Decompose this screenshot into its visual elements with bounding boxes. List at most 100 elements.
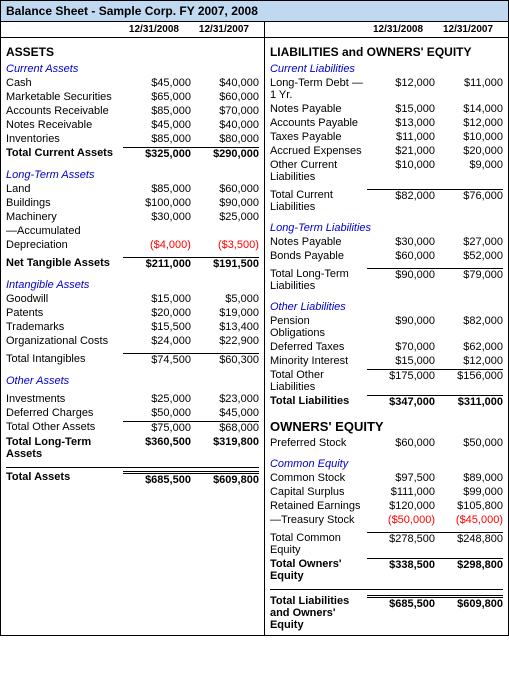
- list-item: Capital Surplus $111,000 $99,000: [270, 485, 503, 499]
- notes-payable-cur-2008: $15,000: [367, 103, 435, 115]
- ltd-1yr-label: Long-Term Debt — 1 Yr.: [270, 77, 367, 101]
- other-cur-liab-label: Other Current Liabilities: [270, 159, 367, 183]
- left-date-2: 12/31/2007: [189, 22, 259, 37]
- total-long-term-2007: $319,800: [191, 436, 259, 460]
- list-item: Organizational Costs $24,000 $22,900: [6, 334, 259, 348]
- deferred-charges-2007: $45,000: [191, 407, 259, 419]
- ltd-1yr-2007: $11,000: [435, 77, 503, 101]
- list-item: —Treasury Stock ($50,000) ($45,000): [270, 513, 503, 527]
- patents-2008: $20,000: [123, 307, 191, 319]
- other-cur-liab-2007: $9,000: [435, 159, 503, 183]
- total-lt-liab-2007: $79,000: [435, 268, 503, 292]
- net-tangible-2008: $211,000: [123, 257, 191, 270]
- total-other-assets-2008: $75,000: [123, 421, 191, 434]
- list-item: Cash $45,000 $40,000: [6, 76, 259, 90]
- net-tangible-label: Net Tangible Assets: [6, 257, 123, 270]
- notes-payable-cur-label: Notes Payable: [270, 103, 367, 115]
- notes-rec-2008: $45,000: [123, 119, 191, 131]
- list-item: Long-Term Debt — 1 Yr. $12,000 $11,000: [270, 76, 503, 102]
- total-intangibles-2007: $60,300: [191, 353, 259, 366]
- list-item: Retained Earnings $120,000 $105,800: [270, 499, 503, 513]
- long-term-liab-label: Long-Term Liabilities: [270, 222, 503, 234]
- total-lt-liab-2008: $90,000: [367, 268, 435, 292]
- right-date-2: 12/31/2007: [433, 22, 503, 37]
- buildings-label: Buildings: [6, 197, 123, 209]
- accts-payable-label: Accounts Payable: [270, 117, 367, 129]
- machinery-2008: $30,000: [123, 211, 191, 223]
- investments-2007: $23,000: [191, 393, 259, 405]
- notes-payable-lt-2007: $27,000: [435, 236, 503, 248]
- cash-2007: $40,000: [191, 77, 259, 89]
- ltd-1yr-2008: $12,000: [367, 77, 435, 101]
- deferred-charges-2008: $50,000: [123, 407, 191, 419]
- left-panel: ASSETS Current Assets Cash $45,000 $40,0…: [1, 38, 265, 635]
- deferred-taxes-2008: $70,000: [367, 341, 435, 353]
- total-liabilities-2007: $311,000: [435, 395, 503, 408]
- total-other-liab-2007: $156,000: [435, 369, 503, 393]
- deferred-taxes-2007: $62,000: [435, 341, 503, 353]
- accts-rec-label: Accounts Receivable: [6, 105, 123, 117]
- land-2008: $85,000: [123, 183, 191, 195]
- notes-rec-label: Notes Receivable: [6, 119, 123, 131]
- other-cur-liab-2008: $10,000: [367, 159, 435, 183]
- total-long-term-label: Total Long-Term Assets: [6, 436, 123, 460]
- list-item: Deferred Taxes $70,000 $62,000: [270, 340, 503, 354]
- total-other-assets-2007: $68,000: [191, 421, 259, 434]
- list-item: Preferred Stock $60,000 $50,000: [270, 436, 503, 450]
- total-current-assets-2008: $325,000: [123, 147, 191, 160]
- list-item: Bonds Payable $60,000 $52,000: [270, 249, 503, 263]
- deferred-charges-label: Deferred Charges: [6, 407, 123, 419]
- total-liabilities-2008: $347,000: [367, 395, 435, 408]
- net-tangible-assets-row: Net Tangible Assets $211,000 $191,500: [6, 256, 259, 271]
- total-intangibles-label: Total Intangibles: [6, 353, 123, 366]
- list-item: Taxes Payable $11,000 $10,000: [270, 130, 503, 144]
- goodwill-2008: $15,000: [123, 293, 191, 305]
- retained-earnings-label: Retained Earnings: [270, 500, 367, 512]
- land-2007: $60,000: [191, 183, 259, 195]
- list-item: Notes Receivable $45,000 $40,000: [6, 118, 259, 132]
- right-date-1: 12/31/2008: [363, 22, 433, 37]
- trademarks-label: Trademarks: [6, 321, 123, 333]
- pension-2008: $90,000: [367, 315, 435, 339]
- long-term-assets-label: Long-Term Assets: [6, 169, 259, 181]
- pension-label: Pension Obligations: [270, 315, 367, 339]
- treasury-stock-2007: ($45,000): [435, 514, 503, 526]
- common-stock-label: Common Stock: [270, 472, 367, 484]
- total-assets-row: Total Assets $685,500 $609,800: [6, 470, 259, 487]
- list-item: Inventories $85,000 $80,000: [6, 132, 259, 146]
- owners-equity-title: OWNERS' EQUITY: [270, 419, 503, 434]
- notes-rec-2007: $40,000: [191, 119, 259, 131]
- total-assets-label: Total Assets: [6, 471, 123, 486]
- preferred-stock-2008: $60,000: [367, 437, 435, 449]
- list-item: Minority Interest $15,000 $12,000: [270, 354, 503, 368]
- preferred-stock-label: Preferred Stock: [270, 437, 367, 449]
- total-lt-liab-label: Total Long-Term Liabilities: [270, 268, 367, 292]
- divider: [270, 589, 503, 590]
- goodwill-label: Goodwill: [6, 293, 123, 305]
- list-item: Trademarks $15,500 $13,400: [6, 320, 259, 334]
- total-other-assets-label: Total Other Assets: [6, 421, 123, 434]
- header-title: Balance Sheet - Sample Corp. FY 2007, 20…: [6, 4, 258, 18]
- total-lt-liab-row: Total Long-Term Liabilities $90,000 $79,…: [270, 267, 503, 293]
- bonds-payable-label: Bonds Payable: [270, 250, 367, 262]
- goodwill-2007: $5,000: [191, 293, 259, 305]
- total-assets-2008: $685,500: [123, 471, 191, 486]
- accrued-exp-2008: $21,000: [367, 145, 435, 157]
- total-liab-owners-2008: $685,500: [367, 595, 435, 631]
- total-other-liab-label: Total Other Liabilities: [270, 369, 367, 393]
- inventories-label: Inventories: [6, 133, 123, 145]
- liabilities-title: LIABILITIES and OWNERS' EQUITY: [270, 45, 503, 59]
- total-common-equity-2007: $248,800: [435, 532, 503, 556]
- pension-2007: $82,000: [435, 315, 503, 339]
- total-intangibles-2008: $74,500: [123, 353, 191, 366]
- treasury-stock-2008: ($50,000): [367, 514, 435, 526]
- depreciation-label: Depreciation: [6, 239, 123, 251]
- land-label: Land: [6, 183, 123, 195]
- list-item: Goodwill $15,000 $5,000: [6, 292, 259, 306]
- header: Balance Sheet - Sample Corp. FY 2007, 20…: [1, 1, 508, 22]
- cash-2008: $45,000: [123, 77, 191, 89]
- total-long-term-assets-row: Total Long-Term Assets $360,500 $319,800: [6, 435, 259, 461]
- total-owners-equity-label: Total Owners' Equity: [270, 558, 367, 582]
- investments-label: Investments: [6, 393, 123, 405]
- list-item: Investments $25,000 $23,000: [6, 392, 259, 406]
